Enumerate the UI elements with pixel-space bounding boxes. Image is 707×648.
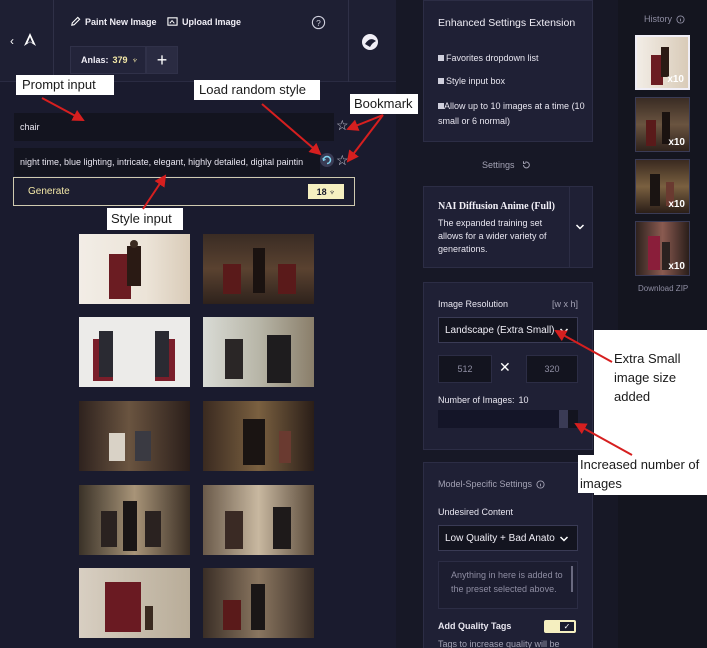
annotation-arrows bbox=[41, 97, 633, 456]
arrow-style-input bbox=[142, 174, 167, 210]
arrow-increased bbox=[574, 423, 633, 456]
arrow-prompt bbox=[41, 97, 85, 121]
arrow-random-style bbox=[261, 103, 322, 156]
arrow-extra-small bbox=[554, 330, 613, 363]
